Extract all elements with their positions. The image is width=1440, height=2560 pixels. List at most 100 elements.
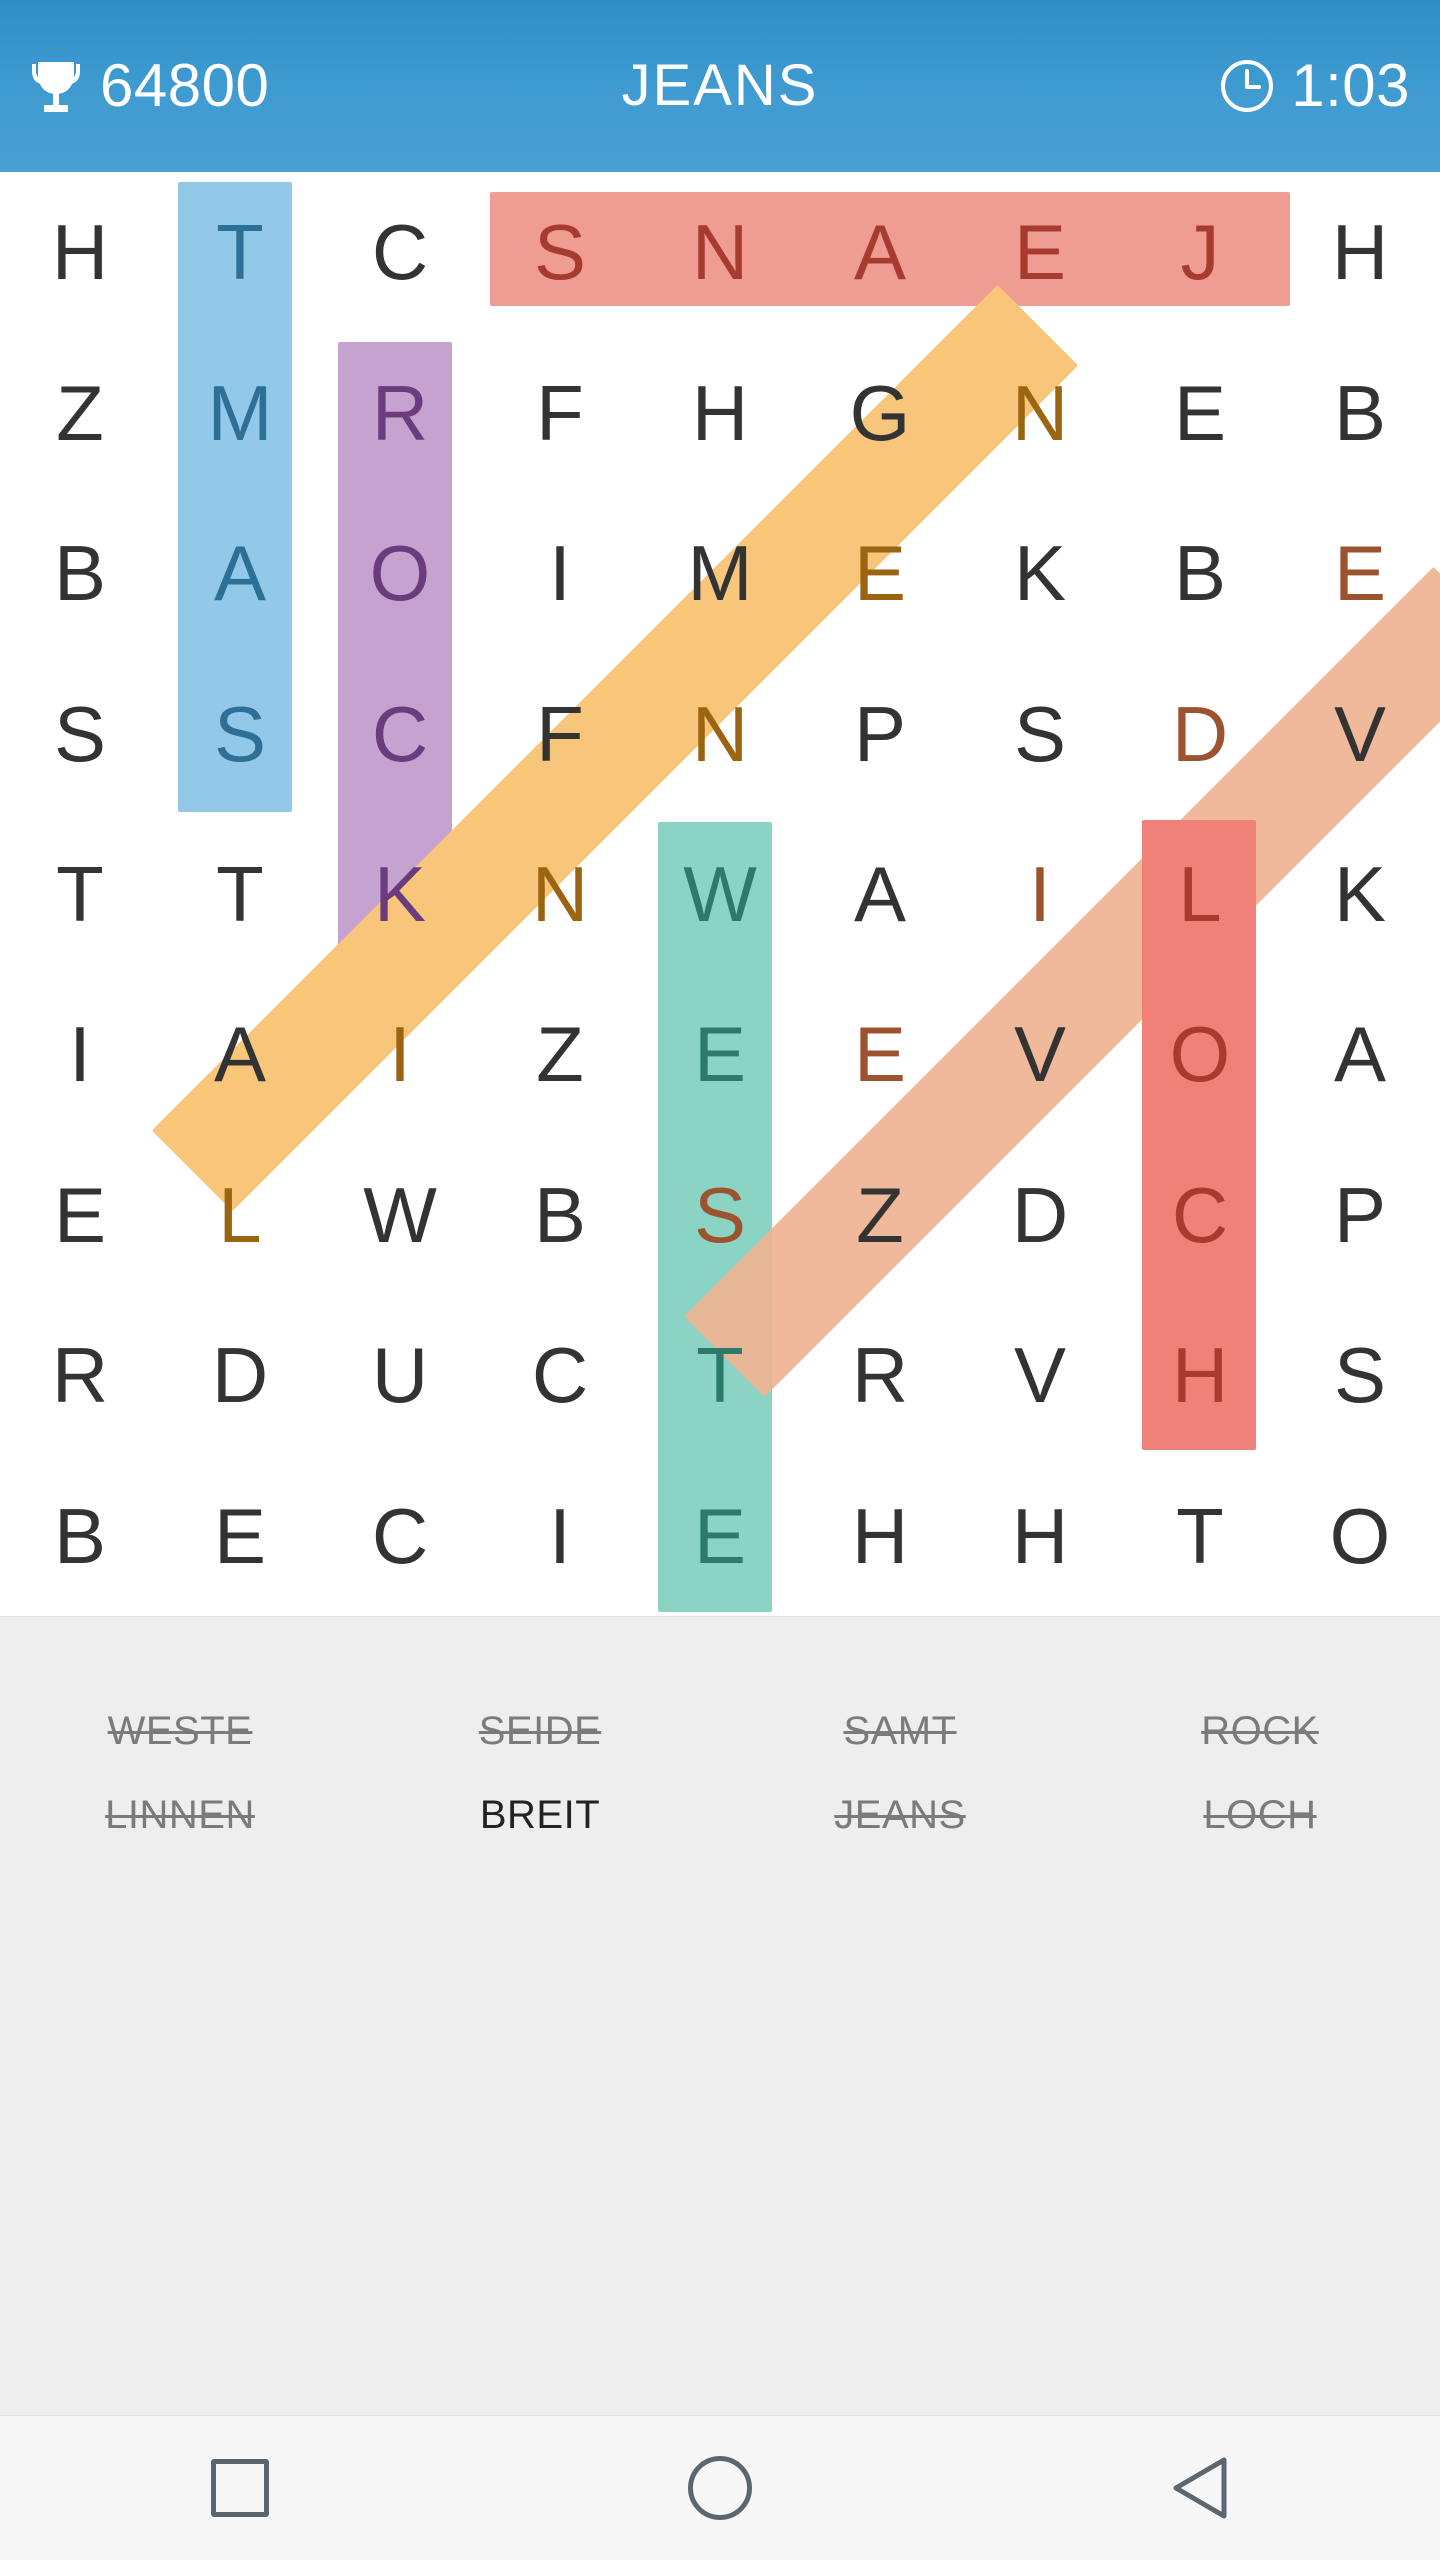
grid-cell[interactable]: H — [0, 172, 160, 332]
grid-cell[interactable]: F — [480, 332, 640, 492]
grid-cell[interactable]: C — [320, 1456, 480, 1616]
grid-cell[interactable]: T — [0, 814, 160, 974]
grid-cell[interactable]: E — [800, 974, 960, 1134]
grid-cell[interactable]: N — [960, 332, 1120, 492]
word-item-samt[interactable]: SAMT — [720, 1711, 1080, 1751]
word-search-board[interactable]: H T C S N A E J H Z M R F H G N E B B A … — [0, 172, 1440, 1616]
grid-cell[interactable]: S — [160, 653, 320, 813]
grid-cell[interactable]: Z — [480, 974, 640, 1134]
grid-cell[interactable]: P — [1280, 1135, 1440, 1295]
grid-cell[interactable]: T — [160, 814, 320, 974]
grid-cell[interactable]: L — [160, 1135, 320, 1295]
grid-cell[interactable]: Z — [0, 332, 160, 492]
grid-cell[interactable]: A — [160, 974, 320, 1134]
clock-icon — [1219, 58, 1275, 114]
grid-cell[interactable]: D — [1120, 653, 1280, 813]
grid-cell[interactable]: C — [1120, 1135, 1280, 1295]
grid-cell[interactable]: S — [1280, 1295, 1440, 1455]
letter-grid[interactable]: H T C S N A E J H Z M R F H G N E B B A … — [0, 172, 1440, 1616]
grid-cell[interactable]: J — [1120, 172, 1280, 332]
grid-cell[interactable]: T — [640, 1295, 800, 1455]
grid-cell[interactable]: A — [800, 814, 960, 974]
grid-cell[interactable]: A — [1280, 974, 1440, 1134]
grid-cell[interactable]: A — [800, 172, 960, 332]
grid-cell[interactable]: B — [480, 1135, 640, 1295]
grid-cell[interactable]: M — [160, 332, 320, 492]
grid-cell[interactable]: R — [800, 1295, 960, 1455]
grid-cell[interactable]: O — [320, 493, 480, 653]
grid-cell[interactable]: T — [1120, 1456, 1280, 1616]
grid-cell[interactable]: O — [1280, 1456, 1440, 1616]
grid-cell[interactable]: P — [800, 653, 960, 813]
grid-cell[interactable]: C — [320, 172, 480, 332]
grid-cell[interactable]: S — [640, 1135, 800, 1295]
score-display: 64800 — [30, 56, 360, 116]
grid-cell[interactable]: K — [1280, 814, 1440, 974]
back-button[interactable] — [1110, 2416, 1290, 2560]
home-circle-icon — [688, 2456, 752, 2520]
grid-cell[interactable]: M — [640, 493, 800, 653]
grid-cell[interactable]: R — [320, 332, 480, 492]
grid-cell[interactable]: H — [640, 332, 800, 492]
android-navigation-bar — [0, 2415, 1440, 2560]
grid-cell[interactable]: R — [0, 1295, 160, 1455]
grid-cell[interactable]: I — [0, 974, 160, 1134]
grid-cell[interactable]: N — [640, 653, 800, 813]
grid-cell[interactable]: C — [320, 653, 480, 813]
grid-cell[interactable]: F — [480, 653, 640, 813]
grid-cell[interactable]: E — [960, 172, 1120, 332]
word-list-panel: WESTE SEIDE SAMT ROCK LINNEN BREIT JEANS… — [0, 1616, 1440, 2417]
word-item-loch[interactable]: LOCH — [1080, 1795, 1440, 1835]
grid-cell[interactable]: K — [320, 814, 480, 974]
grid-cell[interactable]: V — [960, 1295, 1120, 1455]
grid-cell[interactable]: K — [960, 493, 1120, 653]
grid-cell[interactable]: C — [480, 1295, 640, 1455]
word-item-breit[interactable]: BREIT — [360, 1795, 720, 1835]
grid-cell[interactable]: V — [960, 974, 1120, 1134]
grid-cell[interactable]: V — [1280, 653, 1440, 813]
grid-cell[interactable]: L — [1120, 814, 1280, 974]
page-title: JEANS — [621, 53, 819, 118]
grid-cell[interactable]: B — [0, 1456, 160, 1616]
grid-cell[interactable]: S — [480, 172, 640, 332]
home-button[interactable] — [630, 2416, 810, 2560]
grid-cell[interactable]: I — [320, 974, 480, 1134]
grid-cell[interactable]: E — [0, 1135, 160, 1295]
grid-cell[interactable]: N — [640, 172, 800, 332]
word-item-weste[interactable]: WESTE — [0, 1711, 360, 1751]
grid-cell[interactable]: H — [1280, 172, 1440, 332]
grid-cell[interactable]: E — [800, 493, 960, 653]
word-item-seide[interactable]: SEIDE — [360, 1711, 720, 1751]
grid-cell[interactable]: B — [1120, 493, 1280, 653]
word-item-linnen[interactable]: LINNEN — [0, 1795, 360, 1835]
grid-cell[interactable]: U — [320, 1295, 480, 1455]
grid-cell[interactable]: E — [640, 1456, 800, 1616]
grid-cell[interactable]: O — [1120, 974, 1280, 1134]
grid-cell[interactable]: H — [800, 1456, 960, 1616]
grid-cell[interactable]: B — [1280, 332, 1440, 492]
grid-cell[interactable]: T — [160, 172, 320, 332]
grid-cell[interactable]: B — [0, 493, 160, 653]
grid-cell[interactable]: W — [640, 814, 800, 974]
grid-cell[interactable]: I — [480, 493, 640, 653]
grid-cell[interactable]: E — [160, 1456, 320, 1616]
grid-cell[interactable]: I — [960, 814, 1120, 974]
grid-cell[interactable]: Z — [800, 1135, 960, 1295]
grid-cell[interactable]: E — [640, 974, 800, 1134]
grid-cell[interactable]: G — [800, 332, 960, 492]
grid-cell[interactable]: I — [480, 1456, 640, 1616]
grid-cell[interactable]: H — [960, 1456, 1120, 1616]
grid-cell[interactable]: W — [320, 1135, 480, 1295]
grid-cell[interactable]: S — [960, 653, 1120, 813]
grid-cell[interactable]: S — [0, 653, 160, 813]
word-item-rock[interactable]: ROCK — [1080, 1711, 1440, 1751]
grid-cell[interactable]: D — [960, 1135, 1120, 1295]
grid-cell[interactable]: A — [160, 493, 320, 653]
grid-cell[interactable]: N — [480, 814, 640, 974]
recents-button[interactable] — [150, 2416, 330, 2560]
grid-cell[interactable]: D — [160, 1295, 320, 1455]
grid-cell[interactable]: E — [1120, 332, 1280, 492]
word-item-jeans[interactable]: JEANS — [720, 1795, 1080, 1835]
grid-cell[interactable]: E — [1280, 493, 1440, 653]
grid-cell[interactable]: H — [1120, 1295, 1280, 1455]
